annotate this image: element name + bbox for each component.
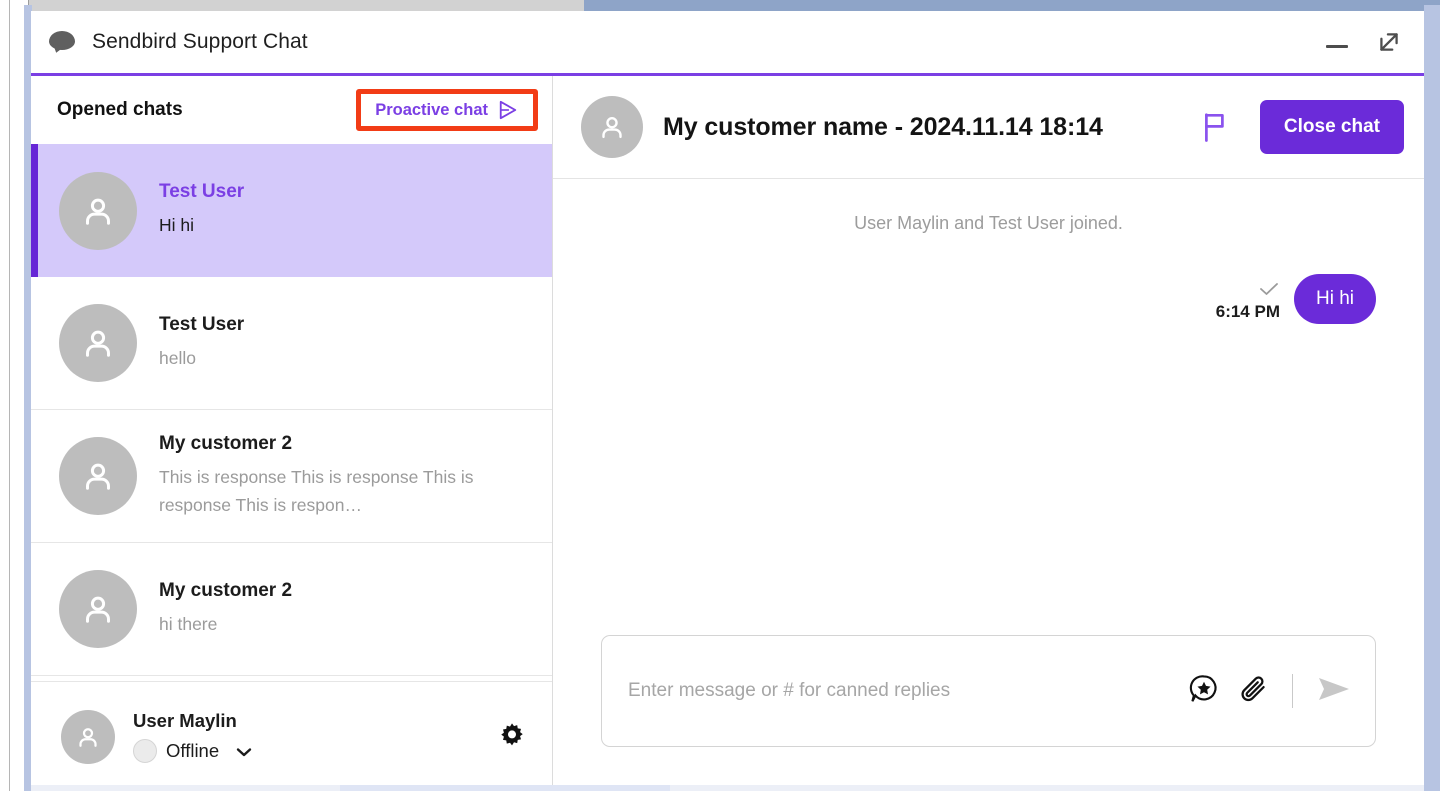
chat-item-preview: Hi hi [159,215,195,236]
message-row-outgoing: 6:14 PM Hi hi [601,274,1376,324]
chat-item-text: Test User Hi hi [159,181,532,239]
person-avatar-icon [59,304,137,382]
close-chat-button[interactable]: Close chat [1259,100,1404,154]
message-composer[interactable] [601,635,1376,747]
conversation-header: My customer name - 2024.11.14 18:14 Clos… [553,76,1424,179]
horizontal-scrollbar-rail[interactable] [584,0,1440,11]
horizontal-scrollbar-thumb[interactable] [29,0,584,11]
bottom-scrollbar-track[interactable] [31,785,1424,791]
canned-reply-icon[interactable] [1188,673,1220,710]
chat-item-name: My customer 2 [159,579,293,601]
message-bubble: Hi hi [1293,274,1376,324]
person-avatar-icon [59,437,137,515]
account-name: User Maylin [133,710,237,731]
opened-chats-title: Opened chats [57,99,183,120]
chat-item-preview: This is response This is response This i… [159,467,474,515]
flag-icon[interactable] [1200,111,1230,143]
person-avatar-icon [59,570,137,648]
chat-list-item-2[interactable]: My customer 2 This is response This is r… [31,410,552,543]
conversation-title: My customer name - 2024.11.14 18:14 [663,112,1103,141]
proactive-chat-highlight-wrap: Proactive chat [356,89,538,131]
window-frame-right [1424,5,1440,791]
attachment-icon[interactable] [1238,673,1270,710]
window-body: Opened chats Proactive chat Test User Hi… [31,76,1424,791]
send-icon[interactable] [1315,673,1353,710]
person-avatar-icon [581,96,643,158]
chat-item-text: My customer 2 hi there [159,580,532,638]
titlebar-right-group [1324,29,1402,55]
composer-icon-group [1188,673,1353,710]
conversation-actions: Close chat [1200,100,1404,154]
window-titlebar: Sendbird Support Chat [31,11,1424,76]
account-status-selector[interactable]: Offline [133,739,253,763]
chat-item-name: My customer 2 [159,433,293,455]
conversation-pane: My customer name - 2024.11.14 18:14 Clos… [553,76,1424,791]
chat-list[interactable]: Test User Hi hi Test User hello My custo… [31,144,552,681]
account-footer: User Maylin Offline [31,681,552,791]
outer-chrome-rail-1 [0,0,10,791]
send-triangle-icon [497,100,519,120]
chat-item-name: Test User [159,181,245,203]
gear-icon[interactable] [496,721,528,753]
status-dot-icon [133,739,157,763]
chat-item-name: Test User [159,313,245,335]
message-timestamp: 6:14 PM [1215,302,1280,321]
titlebar-left-group: Sendbird Support Chat [49,30,308,55]
proactive-chat-button[interactable]: Proactive chat [369,98,525,122]
bottom-scrollbar-thumb[interactable] [340,785,670,791]
sendbird-support-chat-window: Sendbird Support Chat Opened chats Proac… [31,11,1424,791]
composer-divider [1292,674,1293,708]
person-avatar-icon [61,709,115,764]
account-text: User Maylin Offline [133,710,253,763]
screenshot-root: Sendbird Support Chat Opened chats Proac… [0,0,1440,791]
expand-external-icon[interactable] [1376,29,1402,55]
chat-item-preview: hi there [159,613,218,634]
chat-list-item-0[interactable]: Test User Hi hi [31,144,552,277]
person-avatar-icon [59,171,137,250]
minimize-icon[interactable] [1324,29,1350,55]
check-icon [1258,281,1280,297]
message-input[interactable] [628,680,1188,702]
chat-list-header: Opened chats Proactive chat [31,76,552,144]
message-meta: 6:14 PM [1216,281,1280,324]
app-title: Sendbird Support Chat [92,30,308,53]
chevron-down-icon [235,745,253,757]
message-list: User Maylin and Test User joined. 6:14 P… [553,179,1424,631]
chat-list-pane: Opened chats Proactive chat Test User Hi… [31,76,553,791]
chat-item-text: Test User hello [159,314,532,372]
chat-item-text: My customer 2 This is response This is r… [159,433,532,518]
composer-wrapper [553,631,1424,791]
system-message: User Maylin and Test User joined. [854,213,1123,233]
proactive-chat-label: Proactive chat [375,100,488,119]
account-status-label: Offline [166,740,220,761]
chat-list-item-3[interactable]: My customer 2 hi there [31,543,552,676]
chat-list-item-1[interactable]: Test User hello [31,277,552,410]
chat-bubble-icon [49,31,75,55]
chat-item-preview: hello [159,347,196,368]
